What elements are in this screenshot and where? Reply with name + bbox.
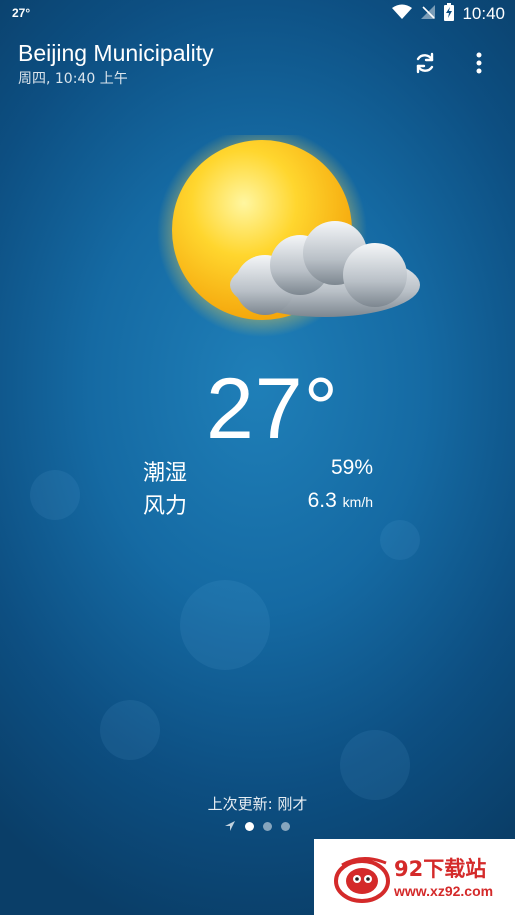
more-vert-icon <box>476 52 482 74</box>
current-temperature: 27° <box>205 361 340 457</box>
watermark-url: www.xz92.com <box>394 883 494 899</box>
wind-value: 6.3 <box>307 489 337 512</box>
bokeh-decoration <box>340 730 410 800</box>
last-update-text: 上次更新: 刚才 <box>207 795 308 813</box>
page-dot-3[interactable] <box>281 821 290 831</box>
wind-unit: km/h <box>342 494 373 510</box>
more-options-button[interactable] <box>464 48 494 78</box>
wifi-icon <box>392 4 413 25</box>
bokeh-decoration <box>180 580 270 670</box>
humidity-label: 潮湿 <box>143 461 188 486</box>
status-temperature: 27° <box>12 6 31 20</box>
page-dot-2[interactable] <box>263 821 272 831</box>
status-bar: 27° 10:40 <box>0 0 515 28</box>
page-dot-1[interactable] <box>245 821 254 831</box>
sun-partly-cloudy-icon <box>150 127 430 340</box>
page-indicator <box>224 818 290 834</box>
refresh-icon <box>416 52 434 74</box>
bokeh-decoration <box>100 700 160 760</box>
humidity-row: 潮湿 59% <box>143 455 373 486</box>
navigation-arrow-icon <box>224 817 236 836</box>
date-time: 周四, 10:40 上午 <box>18 71 128 87</box>
battery-charging-icon <box>444 2 455 26</box>
status-icons: 10:40 <box>392 2 505 26</box>
app-header: Beijing Municipality 周四, 10:40 上午 <box>0 36 515 92</box>
humidity-value: 59% <box>330 456 373 479</box>
watermark-logo: 92下载站 www.xz92.com <box>314 839 515 915</box>
refresh-button[interactable] <box>410 48 440 78</box>
bokeh-decoration <box>380 520 420 560</box>
wind-value-group: 6.3 km/h <box>308 489 373 513</box>
wind-row: 风力 6.3 km/h <box>143 488 373 519</box>
watermark-title: 92下载站 <box>394 857 487 881</box>
wind-label: 风力 <box>143 494 188 519</box>
mascot-logo-icon <box>334 857 390 903</box>
location-name[interactable]: Beijing Municipality <box>18 40 214 67</box>
bokeh-decoration <box>30 470 80 520</box>
status-time: 10:40 <box>462 4 505 23</box>
signal-off-icon <box>420 4 436 25</box>
